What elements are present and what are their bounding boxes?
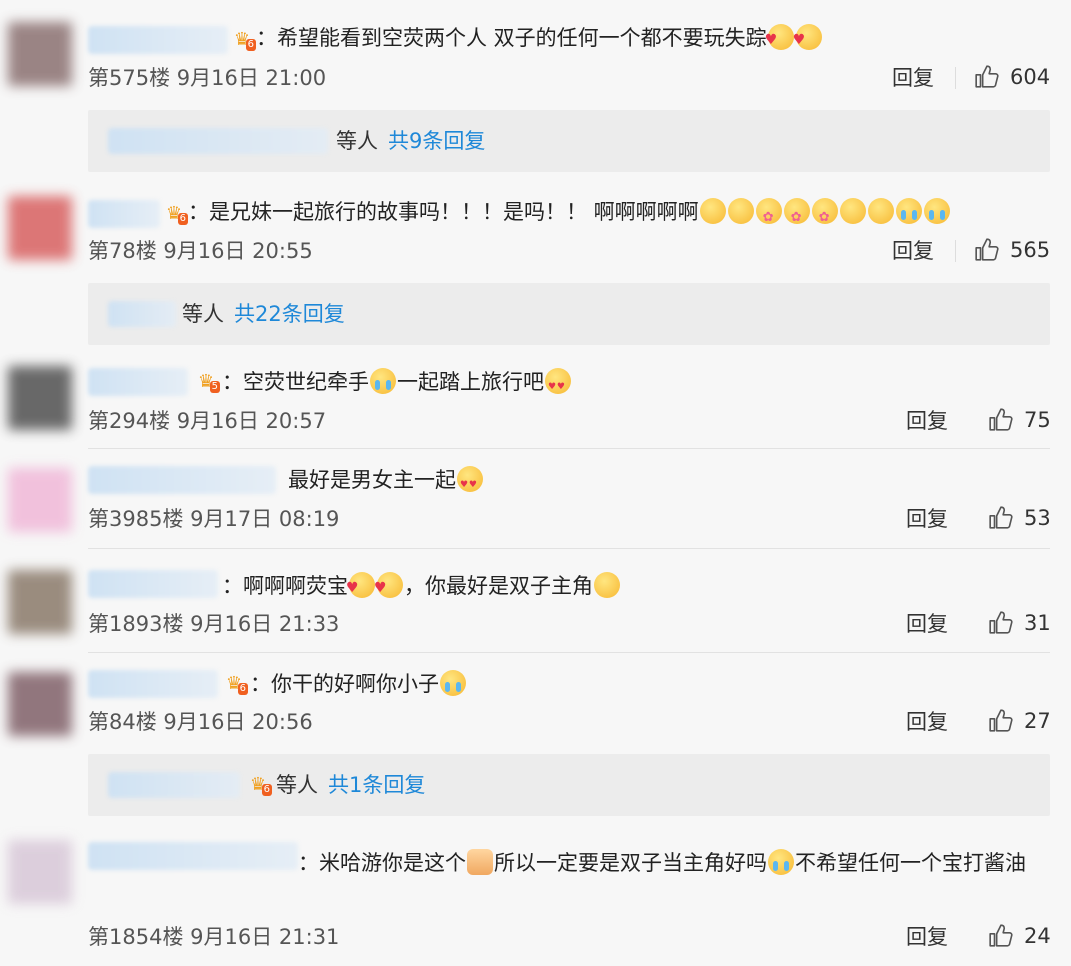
emoji-icon [374,572,403,602]
reply-button[interactable]: 回复 [906,407,948,435]
emoji-icon [545,368,571,401]
thumbs-up-icon [989,506,1013,529]
avatar[interactable] [8,570,72,634]
avatar[interactable] [8,840,72,904]
reply-button[interactable]: 回复 [906,505,948,533]
comment-meta: 第575楼 9月16日 21:00 [88,66,327,90]
comment-text: ：希望能看到空荧两个人 双子的任何一个都不要玩失踪 [256,24,823,54]
vip-crown-badge-icon: ♛ 6 [225,673,248,695]
comment-text: ：空荧世纪牵手 一起踏上旅行吧 [222,368,572,401]
emoji-icon [370,368,396,394]
thumbs-up-icon [975,238,999,261]
vip-crown-badge-icon: ♛ 6 [165,203,188,225]
reply-etc: 等人 [336,129,378,153]
reply-button[interactable]: 回复 [906,708,948,736]
comment-text: ：啊啊啊荧宝，你最好是双子主角 [222,572,621,602]
username[interactable] [88,670,218,698]
reply-count-link[interactable]: 共22条回复 [234,300,345,328]
avatar[interactable] [8,672,72,736]
emoji-icon [895,198,922,224]
divider [88,448,1050,449]
thumbs-up-icon [975,65,999,88]
emoji-icon [440,670,466,696]
comment-text: ：是兄妹一起旅行的故事吗！！！是吗！！ 啊啊啊啊啊 [188,198,951,232]
comment-text: ：你干的好啊你小子 [250,670,467,698]
emoji-icon [811,198,838,232]
like-button[interactable]: 565 [974,237,1050,263]
divider [88,548,1050,549]
emoji-icon [839,198,866,224]
username[interactable] [88,200,160,228]
reply-button[interactable]: 回复 [892,64,934,92]
like-button[interactable]: 31 [988,610,1051,636]
like-button[interactable]: 75 [988,407,1051,433]
emoji-icon [923,198,950,224]
reply-count-link[interactable]: 共9条回复 [388,127,485,155]
emoji-icon [727,198,754,224]
username[interactable] [88,466,276,494]
comment-meta: 第3985楼 9月17日 08:19 [88,507,340,531]
comment-meta: 第84楼 9月16日 20:56 [88,710,313,734]
emoji-icon [457,466,483,499]
divider [88,652,1050,653]
comment-meta: 第78楼 9月16日 20:55 [88,239,313,263]
emoji-icon [755,198,782,232]
reply-username [108,128,328,154]
reply-count-link[interactable]: 共1条回复 [328,771,425,799]
emoji-icon [783,198,810,232]
like-button[interactable]: 604 [974,64,1050,90]
emoji-icon [867,198,894,224]
comment-text: 最好是男女主一起 [288,466,484,499]
reply-button[interactable]: 回复 [892,237,934,265]
like-count: 604 [1010,65,1051,89]
thumbs-up-icon [989,924,1013,947]
emoji-icon [768,849,794,875]
reply-etc: 等人 [182,302,224,326]
thumbs-up-icon [989,709,1013,732]
emoji-icon [346,572,375,602]
comment-meta: 第1893楼 9月16日 21:33 [88,612,340,636]
like-button[interactable]: 27 [988,708,1051,734]
vip-crown-badge-icon: ♛ 6 [249,774,272,796]
comment-meta: 第294楼 9月16日 20:57 [88,409,327,433]
emoji-icon [793,24,822,54]
avatar[interactable] [8,468,72,532]
comment-text: ：米哈游你是这个 所以一定要是双子当主角好吗 不希望任何一个宝打酱油 [298,849,1026,875]
like-count: 565 [1010,238,1051,262]
reply-username [108,301,176,327]
username[interactable] [88,26,228,54]
thumbs-up-icon [989,408,1013,431]
avatar[interactable] [8,22,72,86]
divider [955,67,956,89]
reply-etc: 等人 [276,773,318,797]
emoji-icon [699,198,726,224]
divider [955,240,956,262]
emoji-icon [594,572,620,598]
like-button[interactable]: 24 [988,923,1051,949]
vip-crown-badge-icon: ♛ 5 [197,371,220,393]
like-count: 75 [1024,408,1051,432]
reply-summary-1[interactable]: 等人 共9条回复 [88,110,1050,172]
username[interactable] [88,368,188,396]
comment-meta: 第1854楼 9月16日 21:31 [88,925,340,949]
reply-username [108,772,240,798]
vip-crown-badge-icon: ♛ 6 [233,29,256,51]
reply-summary-3[interactable]: ♛ 6 等人 共1条回复 [88,754,1050,816]
emoji-icon [765,24,794,54]
avatar[interactable] [8,366,72,430]
like-count: 31 [1024,611,1051,635]
avatar[interactable] [8,196,72,260]
like-count: 27 [1024,709,1051,733]
thumbs-up-icon [989,611,1013,634]
reply-summary-2[interactable]: 等人 共22条回复 [88,283,1050,345]
like-count: 24 [1024,924,1051,948]
like-count: 53 [1024,506,1051,530]
reply-button[interactable]: 回复 [906,610,948,638]
thumbs-up-emoji-icon [467,849,493,875]
like-button[interactable]: 53 [988,505,1051,531]
username[interactable] [88,570,218,598]
reply-button[interactable]: 回复 [906,923,948,951]
